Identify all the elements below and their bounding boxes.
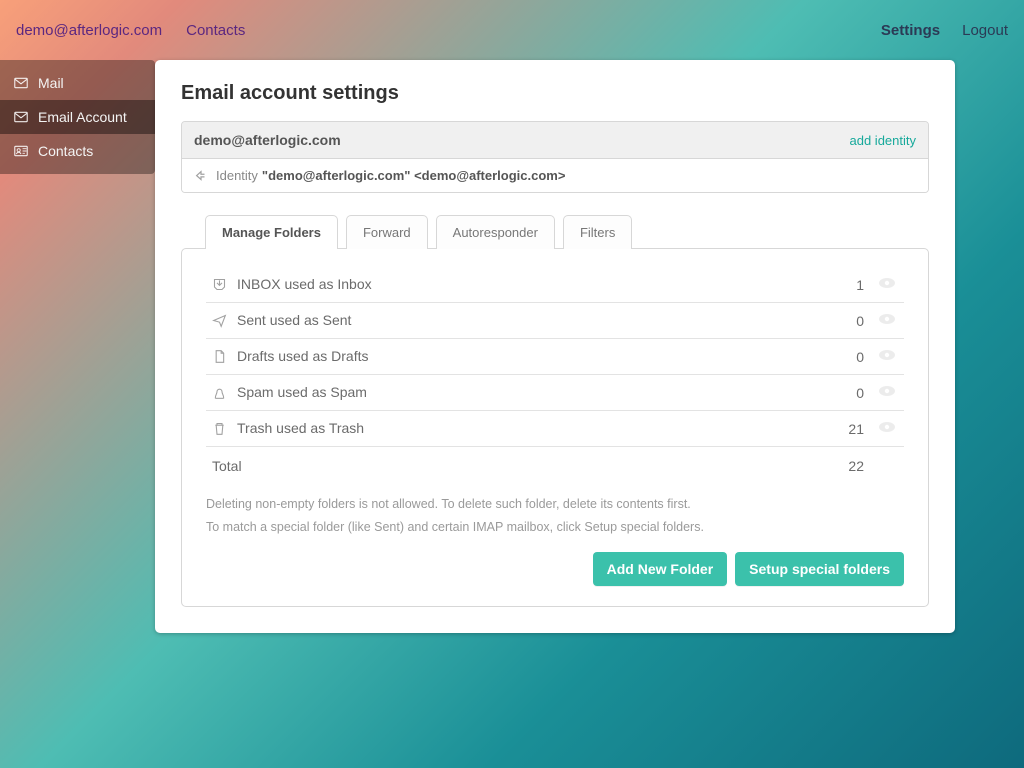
folder-label: Sent used as Sent xyxy=(237,312,351,328)
spam-icon xyxy=(212,385,227,400)
hint-line: Deleting non-empty folders is not allowe… xyxy=(206,493,904,516)
visibility-icon[interactable] xyxy=(877,420,897,434)
topbar-contacts-link[interactable]: Contacts xyxy=(186,22,245,39)
identity-row[interactable]: Identity "demo@afterlogic.com" <demo@aft… xyxy=(182,159,928,192)
envelope-icon xyxy=(12,76,30,90)
tab-forward[interactable]: Forward xyxy=(346,215,428,249)
topbar: demo@afterlogic.com Contacts Settings Lo… xyxy=(0,0,1024,60)
total-count: 22 xyxy=(810,447,870,484)
page-title: Email account settings xyxy=(181,82,929,105)
tab-manage-folders[interactable]: Manage Folders xyxy=(205,215,338,249)
visibility-icon[interactable] xyxy=(877,312,897,326)
sidebar-item-label: Mail xyxy=(38,75,64,91)
manage-folders-panel: INBOX used as Inbox1Sent used as Sent0Dr… xyxy=(181,248,929,607)
folder-label: INBOX used as Inbox xyxy=(237,276,372,292)
identity-label: Identity xyxy=(216,168,258,183)
hint-line: To match a special folder (like Sent) an… xyxy=(206,516,904,539)
identity-value: "demo@afterlogic.com" <demo@afterlogic.c… xyxy=(262,168,566,183)
hints: Deleting non-empty folders is not allowe… xyxy=(206,493,904,538)
inbox-icon xyxy=(212,277,227,292)
folder-label: Drafts used as Drafts xyxy=(237,348,369,364)
visibility-icon[interactable] xyxy=(877,384,897,398)
folder-row[interactable]: INBOX used as Inbox 1 xyxy=(206,267,904,303)
sent-icon xyxy=(212,313,227,328)
folder-count: 0 xyxy=(810,303,870,339)
account-email: demo@afterlogic.com xyxy=(194,132,341,148)
envelope-icon xyxy=(12,110,30,124)
visibility-icon[interactable] xyxy=(877,276,897,290)
folder-count: 0 xyxy=(810,375,870,411)
folder-total-row: Total22 xyxy=(206,447,904,484)
folder-row[interactable]: Sent used as Sent 0 xyxy=(206,303,904,339)
add-new-folder-button[interactable]: Add New Folder xyxy=(593,552,728,586)
tab-filters[interactable]: Filters xyxy=(563,215,632,249)
account-header: demo@afterlogic.com add identity xyxy=(182,122,928,159)
settings-card: Email account settings demo@afterlogic.c… xyxy=(155,60,955,633)
folder-label: Trash used as Trash xyxy=(237,420,364,436)
folders-table: INBOX used as Inbox1Sent used as Sent0Dr… xyxy=(206,267,904,483)
settings-sidebar: Mail Email Account Contacts xyxy=(0,60,155,174)
sidebar-item-label: Email Account xyxy=(38,109,127,125)
trash-icon xyxy=(212,421,227,436)
return-icon xyxy=(194,169,208,183)
total-label: Total xyxy=(206,447,810,484)
sidebar-item-label: Contacts xyxy=(38,143,93,159)
topbar-logout-link[interactable]: Logout xyxy=(962,22,1008,39)
folder-label: Spam used as Spam xyxy=(237,384,367,400)
account-box: demo@afterlogic.com add identity Identit… xyxy=(181,121,929,193)
folder-row[interactable]: Spam used as Spam 0 xyxy=(206,375,904,411)
tabs: Manage FoldersForwardAutoresponderFilter… xyxy=(181,215,929,249)
drafts-icon xyxy=(212,349,227,364)
sidebar-item-contacts[interactable]: Contacts xyxy=(0,134,155,168)
actions: Add New Folder Setup special folders xyxy=(206,552,904,586)
folder-count: 0 xyxy=(810,339,870,375)
add-identity-link[interactable]: add identity xyxy=(850,133,917,148)
topbar-email-link[interactable]: demo@afterlogic.com xyxy=(16,22,162,39)
folder-count: 1 xyxy=(810,267,870,303)
folder-row[interactable]: Trash used as Trash 21 xyxy=(206,411,904,447)
sidebar-item-email-account[interactable]: Email Account xyxy=(0,100,155,134)
sidebar-item-mail[interactable]: Mail xyxy=(0,66,155,100)
tab-autoresponder[interactable]: Autoresponder xyxy=(436,215,555,249)
setup-special-folders-button[interactable]: Setup special folders xyxy=(735,552,904,586)
contact-card-icon xyxy=(12,144,30,158)
visibility-icon[interactable] xyxy=(877,348,897,362)
topbar-settings-link[interactable]: Settings xyxy=(881,22,940,39)
folder-row[interactable]: Drafts used as Drafts 0 xyxy=(206,339,904,375)
folder-count: 21 xyxy=(810,411,870,447)
